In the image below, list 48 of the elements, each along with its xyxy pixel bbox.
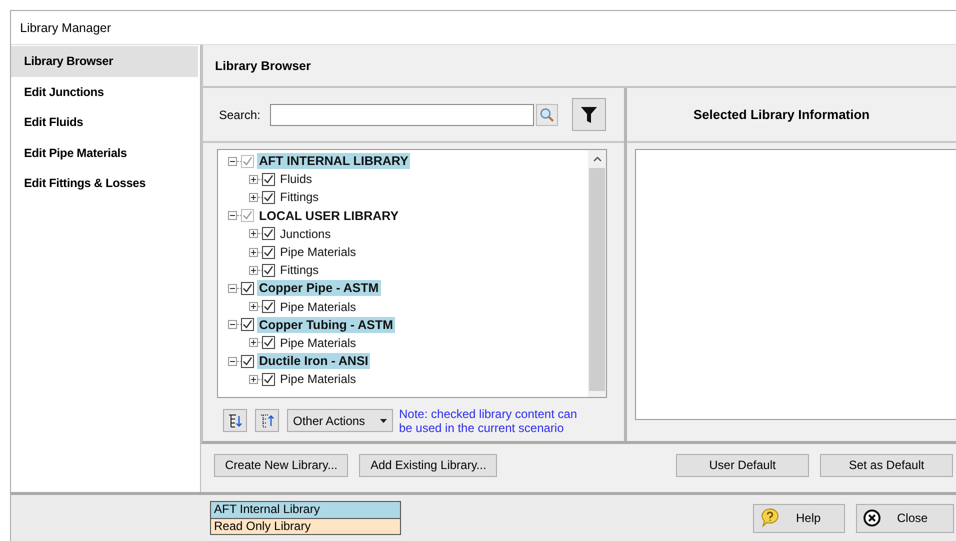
filter-button[interactable] xyxy=(572,98,606,131)
action-button[interactable]: Set as Default xyxy=(820,454,953,476)
caret-icon xyxy=(380,418,387,422)
search-label: Search: xyxy=(219,108,260,122)
expand-icon[interactable] xyxy=(249,374,258,384)
expand-icon[interactable] xyxy=(249,338,258,348)
other-actions-dropdown[interactable]: Other Actions xyxy=(287,409,393,432)
search-button[interactable] xyxy=(536,104,558,126)
scrollbar[interactable] xyxy=(588,150,606,397)
question-bubble-icon xyxy=(760,508,780,528)
tree-item[interactable]: Copper Tubing - ASTM xyxy=(257,316,396,333)
collapse-all-icon[interactable] xyxy=(255,409,279,432)
panel-title: Library Browser xyxy=(215,58,311,72)
sidebar-item[interactable]: Edit Pipe Materials xyxy=(11,138,198,168)
checkbox[interactable] xyxy=(262,372,275,386)
checkbox[interactable] xyxy=(241,354,254,368)
sidebar-item[interactable]: Library Browser xyxy=(11,46,198,76)
tree-item[interactable]: Ductile Iron - ANSI xyxy=(257,353,370,370)
checkbox[interactable] xyxy=(241,282,254,295)
legend-item: AFT Internal Library xyxy=(211,502,400,518)
checkbox[interactable] xyxy=(262,300,275,314)
search-icon xyxy=(539,106,556,122)
tree-item[interactable]: Pipe Materials xyxy=(278,298,358,315)
sidebar-item[interactable]: Edit Fluids xyxy=(11,107,198,138)
close-button[interactable]: Close xyxy=(856,504,954,532)
close-icon xyxy=(863,509,881,527)
legend-item: Read Only Library xyxy=(211,518,400,534)
expand-all-icon[interactable] xyxy=(223,409,247,432)
sidebar-item[interactable]: Edit Fittings & Losses xyxy=(11,168,198,198)
checkbox[interactable] xyxy=(262,336,275,350)
collapse-icon[interactable] xyxy=(228,356,237,366)
action-button[interactable]: Add Existing Library... xyxy=(359,454,498,476)
help-button[interactable]: Help xyxy=(753,504,845,532)
search-field[interactable] xyxy=(270,104,534,126)
action-button[interactable]: Create New Library... xyxy=(214,454,348,476)
action-button[interactable]: User Default xyxy=(676,454,809,476)
note-text: Note: checked library content can be used in the current scenario xyxy=(399,406,578,434)
info-title: Selected Library Information xyxy=(693,107,870,122)
expand-icon[interactable] xyxy=(249,302,258,312)
tree-item[interactable]: Pipe Materials xyxy=(278,334,358,351)
tree-item[interactable]: Pipe Materials xyxy=(278,371,358,388)
filter-icon xyxy=(580,104,598,124)
collapse-icon[interactable] xyxy=(228,320,237,330)
checkbox[interactable] xyxy=(241,318,254,332)
sidebar-item[interactable]: Edit Junctions xyxy=(11,76,198,107)
tree-item[interactable]: Copper Pipe - ASTM xyxy=(257,280,381,296)
collapse-icon[interactable] xyxy=(228,284,237,293)
window-title: Library Manager xyxy=(20,20,112,34)
